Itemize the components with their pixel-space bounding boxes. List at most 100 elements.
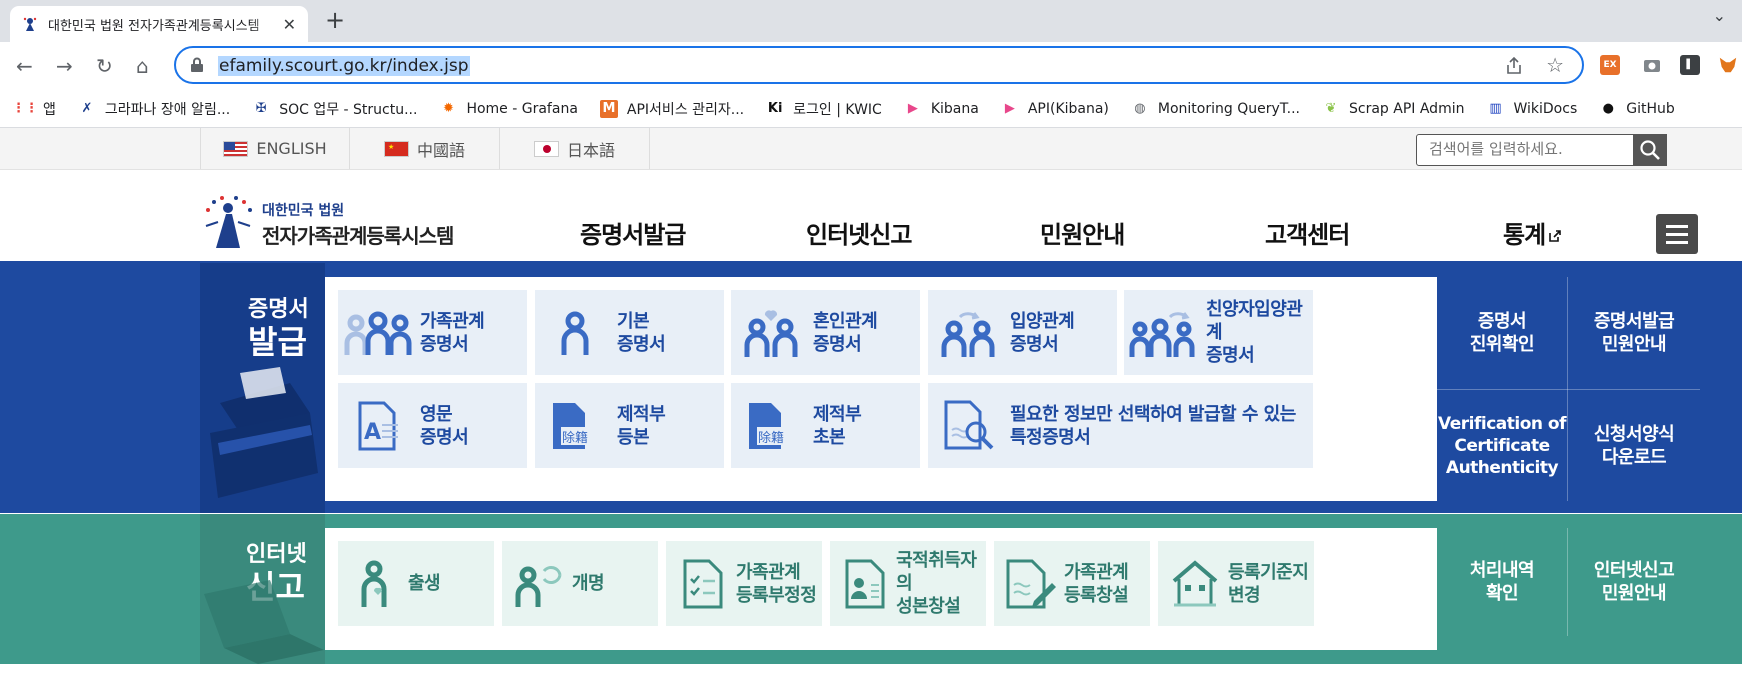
full-adoption-icon — [1128, 307, 1200, 359]
bookmark-item[interactable]: Ki 로그인 | KWIC — [766, 99, 882, 119]
close-tab-icon[interactable]: ✕ — [283, 15, 296, 34]
rename-icon — [510, 559, 568, 609]
checklist-icon — [674, 559, 732, 609]
bookmark-item[interactable]: ✹ Home - Grafana — [439, 100, 578, 118]
person-icon — [539, 309, 611, 357]
camera-extension-icon[interactable] — [1642, 55, 1662, 75]
book-icon: ▥ — [1489, 101, 1502, 116]
doc-search-icon — [932, 400, 1004, 452]
forward-icon[interactable]: → — [56, 54, 73, 78]
us-flag-icon — [223, 140, 249, 157]
report-guide-link[interactable]: 인터넷신고 민원안내 — [1568, 528, 1700, 636]
share-icon[interactable] — [1504, 56, 1524, 76]
report-base-change[interactable]: 등록기준지 변경 — [1158, 541, 1314, 626]
certificate-section: 증명서 발급 가족관계 증명서 기본 증명서 혼인관계 증명서 입양관계 증명서… — [0, 263, 1742, 513]
cert-basic[interactable]: 기본 증명서 — [535, 290, 724, 375]
nav-certificate[interactable]: 증명서발급 — [580, 215, 686, 250]
bookmark-item[interactable]: ❦ Scrap API Admin — [1322, 100, 1465, 118]
logo-line1: 대한민국 법원 — [262, 203, 345, 219]
jp-flag-icon — [533, 140, 559, 157]
couple-heart-icon — [735, 307, 807, 359]
home-icon[interactable]: ⌂ — [136, 54, 149, 78]
search-input[interactable] — [1429, 135, 1629, 163]
cn-flag-icon: ★ — [383, 140, 409, 157]
tab-title: 대한민국 법원 전자가족관계등록시스템 — [48, 18, 260, 34]
reader-extension-icon[interactable]: ▌ — [1680, 55, 1700, 75]
bookmark-item[interactable]: ● GitHub — [1599, 100, 1675, 118]
bookmark-item[interactable]: ⋮⋮ 앱 — [12, 99, 56, 119]
kibana-icon: ▶ — [1004, 101, 1015, 116]
nav-statistics[interactable]: 통계 — [1503, 215, 1562, 250]
cert-removed-register-abstract[interactable]: 除籍 제적부 초본 — [731, 383, 920, 468]
cert-specific[interactable]: 필요한 정보만 선택하여 발급할 수 있는 특정증명서 — [928, 383, 1313, 468]
verification-english-link[interactable]: Verification of Certificate Authenticity — [1437, 390, 1567, 501]
court-favicon-icon — [23, 17, 37, 31]
browser-tab-strip: 대한민국 법원 전자가족관계등록시스템 ✕ + ⌄ — [0, 0, 1742, 42]
form-download-link[interactable]: 신청서양식 다운로드 — [1568, 390, 1700, 501]
cert-full-adoption[interactable]: 친양자입양관계 증명서 — [1124, 290, 1313, 375]
nav-civil-guide[interactable]: 민원안내 — [1040, 215, 1125, 250]
grafana-icon: ✹ — [443, 101, 454, 116]
cert-marriage[interactable]: 혼인관계 증명서 — [731, 290, 920, 375]
browser-tab[interactable]: 대한민국 법원 전자가족관계등록시스템 ✕ — [10, 6, 308, 42]
cert-adoption[interactable]: 입양관계 증명서 — [928, 290, 1117, 375]
nav-internet-report[interactable]: 인터넷신고 — [806, 215, 912, 250]
github-icon: ● — [1602, 101, 1614, 116]
bookmark-item[interactable]: ▥ WikiDocs — [1486, 100, 1577, 118]
report-register-creation[interactable]: 가족관계 등록창설 — [994, 541, 1150, 626]
svg-text:A: A — [364, 420, 381, 445]
court-logo[interactable]: 대한민국 법원 전자가족관계등록시스템 — [200, 196, 470, 248]
bookmark-item[interactable]: M API서비스 관리자... — [599, 99, 744, 119]
bookmark-item[interactable]: ▶ API(Kibana) — [1001, 100, 1109, 118]
family-icon — [342, 309, 414, 357]
house-icon — [1166, 559, 1224, 609]
certificate-side-banner: 증명서 발급 — [200, 263, 325, 513]
new-tab-icon[interactable]: + — [325, 8, 345, 32]
verify-certificate-link[interactable]: 증명서 진위확인 — [1437, 277, 1567, 389]
bookmark-item[interactable]: ▶ Kibana — [904, 100, 979, 118]
cert-english[interactable]: A 영문 증명서 — [338, 383, 527, 468]
address-bar[interactable]: efamily.scourt.go.kr/index.jsp ☆ — [174, 46, 1584, 84]
certificate-panel: 가족관계 증명서 기본 증명서 혼인관계 증명서 입양관계 증명서 친양자입양관… — [325, 277, 1437, 501]
apps-grid-icon: ⋮⋮ — [12, 101, 38, 116]
m-icon: M — [599, 99, 618, 118]
certificate-guide-link[interactable]: 증명서발급 민원안내 — [1568, 277, 1700, 389]
lang-chinese[interactable]: ★ 中國語 — [350, 128, 500, 169]
site-search — [1416, 134, 1667, 166]
back-icon[interactable]: ← — [16, 54, 33, 78]
report-naturalized-surname[interactable]: 국적취득자의 성본창설 — [830, 541, 986, 626]
report-panel: 출생 개명 가족관계 등록부정정 국적취득자의 성본창설 가족관계 등록창설 등… — [325, 528, 1437, 650]
process-history-link[interactable]: 처리내역 확인 — [1437, 528, 1567, 636]
register-doc-icon: 除籍 — [735, 401, 807, 451]
external-link-icon — [1549, 230, 1561, 242]
bookmark-item[interactable]: ✠ SOC 업무 - Structu... — [252, 99, 418, 119]
search-button[interactable] — [1633, 134, 1667, 166]
menu-hamburger-icon[interactable] — [1656, 214, 1698, 254]
side-title-bottom: 발급 — [248, 323, 307, 361]
soc-icon: ✠ — [255, 101, 267, 116]
report-birth[interactable]: 출생 — [338, 541, 494, 626]
lang-english[interactable]: ENGLISH — [200, 128, 350, 169]
kibana-icon: ▶ — [907, 101, 918, 116]
report-register-correction[interactable]: 가족관계 등록부정정 — [666, 541, 822, 626]
ex-extension-icon[interactable]: EX — [1600, 55, 1620, 75]
url-text[interactable]: efamily.scourt.go.kr/index.jsp — [218, 56, 470, 76]
tab-search-chevron-icon[interactable]: ⌄ — [1713, 6, 1726, 25]
cert-family-relation[interactable]: 가족관계 증명서 — [338, 290, 527, 375]
metamask-extension-icon[interactable] — [1718, 55, 1738, 75]
globe-icon: ◍ — [1134, 101, 1146, 116]
doc-pen-icon — [1002, 559, 1060, 609]
laptop-icon — [204, 580, 324, 664]
cert-removed-register-full[interactable]: 除籍 제적부 등본 — [535, 383, 724, 468]
english-doc-icon: A — [342, 401, 414, 451]
bookmark-item[interactable]: ◍ Monitoring QueryT... — [1131, 100, 1300, 118]
lock-icon — [191, 57, 203, 72]
reload-icon[interactable]: ↻ — [96, 54, 113, 78]
bookmark-item[interactable]: ✗ 그라파나 장애 알림... — [78, 99, 230, 119]
nav-customer-center[interactable]: 고객센터 — [1265, 215, 1350, 250]
report-rename[interactable]: 개명 — [502, 541, 658, 626]
bookmark-star-icon[interactable]: ☆ — [1546, 54, 1564, 76]
leaf-icon: ❦ — [1325, 101, 1337, 116]
svg-text:除籍: 除籍 — [562, 430, 588, 446]
lang-japanese[interactable]: 日本語 — [500, 128, 650, 169]
